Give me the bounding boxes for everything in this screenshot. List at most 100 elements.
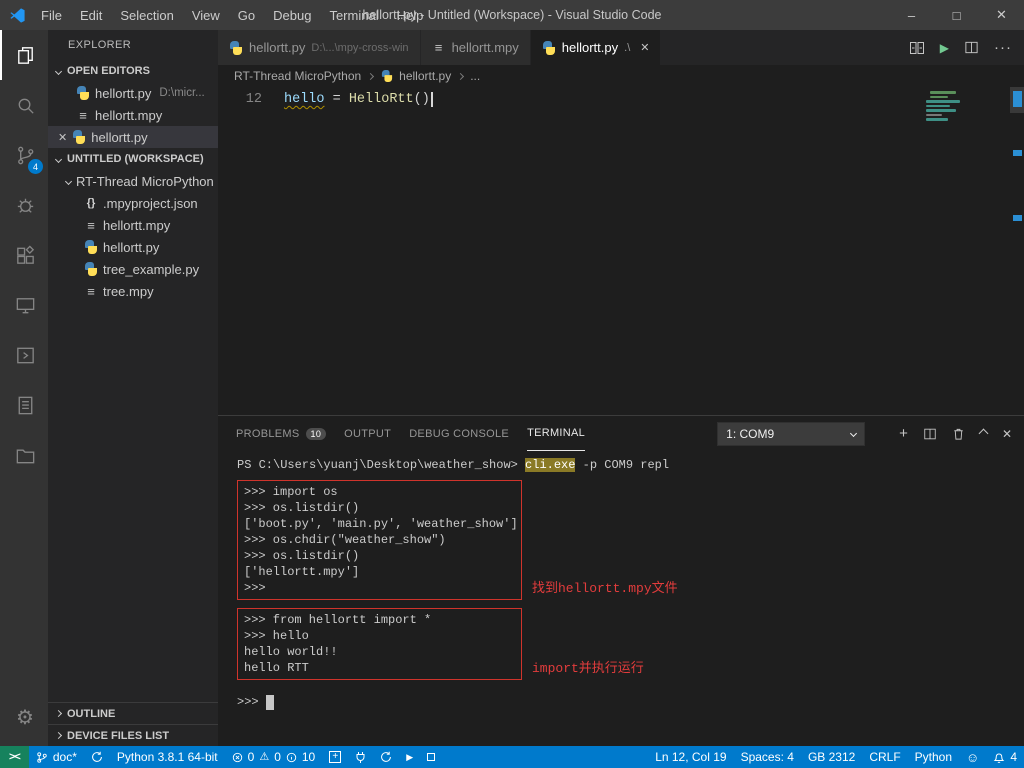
kill-terminal-icon[interactable] xyxy=(952,427,965,441)
stop-item[interactable] xyxy=(420,746,442,768)
file-tree-example-py[interactable]: tree_example.py xyxy=(48,258,218,280)
tab-hellortt-py-cross[interactable]: hellortt.py D:\...\mpy-cross-win xyxy=(218,30,421,65)
text-cursor xyxy=(431,92,433,107)
terminal-input-line[interactable]: >>> xyxy=(237,694,1024,710)
tab-terminal[interactable]: TERMINAL xyxy=(527,416,585,451)
minimize-button[interactable]: – xyxy=(889,0,934,30)
workspace-header[interactable]: UNTITLED (WORKSPACE) xyxy=(48,148,218,170)
split-terminal-icon[interactable] xyxy=(923,427,937,441)
device-document-icon[interactable] xyxy=(0,380,48,430)
problems-badge: 10 xyxy=(306,428,327,440)
indentation-item[interactable]: Spaces: 4 xyxy=(734,746,801,768)
terminal[interactable]: PS C:\Users\yuanj\Desktop\weather_show> … xyxy=(218,451,1024,746)
breadcrumb-symbol[interactable]: ... xyxy=(470,69,480,83)
mpy-file-icon: ≡ xyxy=(84,218,98,233)
language-mode-item[interactable]: Python xyxy=(908,746,959,768)
menu-view[interactable]: View xyxy=(183,8,229,23)
explorer-icon[interactable] xyxy=(0,30,48,80)
file-hellortt-mpy[interactable]: ≡ hellortt.mpy xyxy=(48,214,218,236)
menu-file[interactable]: File xyxy=(32,8,71,23)
smiley-icon: ☺ xyxy=(966,751,979,764)
breadcrumb-folder[interactable]: RT-Thread MicroPython xyxy=(234,69,361,83)
notifications-count: 4 xyxy=(1010,750,1017,764)
encoding-item[interactable]: GB 2312 xyxy=(801,746,862,768)
more-actions-icon[interactable]: ··· xyxy=(994,39,1012,56)
bell-icon xyxy=(993,751,1005,764)
tab-hellortt-py-active[interactable]: hellortt.py .\ ✕ xyxy=(531,30,662,65)
annotation-find-file: 找到hellortt.mpy文件 xyxy=(532,581,678,597)
tab-debug-console[interactable]: DEBUG CONSOLE xyxy=(409,416,509,451)
panel-actions: + ✕ xyxy=(899,426,1012,441)
annotation-import-run: import并执行运行 xyxy=(532,661,644,677)
panel-header: PROBLEMS 10 OUTPUT DEBUG CONSOLE TERMINA… xyxy=(218,416,1024,451)
sync-item[interactable] xyxy=(84,746,110,768)
source-control-icon[interactable]: 4 xyxy=(0,130,48,180)
device-folder-icon[interactable] xyxy=(0,430,48,480)
close-editor-icon[interactable]: ✕ xyxy=(58,131,67,144)
connect-device-item[interactable] xyxy=(348,746,373,768)
close-tab-icon[interactable]: ✕ xyxy=(640,41,649,54)
remote-explorer-icon[interactable] xyxy=(0,280,48,330)
eol-item[interactable]: CRLF xyxy=(862,746,907,768)
device-run-icon[interactable] xyxy=(0,330,48,380)
python-interpreter-item[interactable]: Python 3.8.1 64-bit xyxy=(110,746,225,768)
tab-problems[interactable]: PROBLEMS 10 xyxy=(236,416,326,451)
python-file-icon xyxy=(381,70,393,82)
feedback-item[interactable]: ☺ xyxy=(959,746,986,768)
device-files-section-header[interactable]: DEVICE FILES LIST xyxy=(48,724,218,746)
terminal-prompt-line: PS C:\Users\yuanj\Desktop\weather_show> … xyxy=(237,457,1024,473)
file-tree-mpy[interactable]: ≡ tree.mpy xyxy=(48,280,218,302)
settings-gear-icon[interactable]: ⚙ xyxy=(0,692,48,742)
chevron-down-icon xyxy=(55,67,62,74)
close-window-button[interactable]: ✕ xyxy=(979,0,1024,30)
menu-go[interactable]: Go xyxy=(229,8,264,23)
python-file-icon xyxy=(229,41,243,55)
maximize-panel-icon[interactable] xyxy=(978,429,988,439)
open-editor-item[interactable]: hellortt.py D:\micr... xyxy=(48,82,218,104)
open-editor-item[interactable]: ≡ hellortt.mpy xyxy=(48,104,218,126)
mpy-file-icon: ≡ xyxy=(76,108,90,123)
problems-summary-item[interactable]: 0 ⚠ 0 10 xyxy=(225,746,323,768)
debug-icon[interactable] xyxy=(0,180,48,230)
tab-hellortt-mpy[interactable]: ≡ hellortt.mpy xyxy=(421,30,531,65)
boxed-plus-icon: + xyxy=(329,751,341,763)
new-terminal-icon[interactable]: + xyxy=(899,426,908,441)
open-editor-item-active[interactable]: ✕ hellortt.py xyxy=(48,126,218,148)
sidebar-title: EXPLORER xyxy=(48,30,218,60)
highlighted-command: cli.exe xyxy=(525,458,575,472)
minimap[interactable] xyxy=(924,89,1008,209)
git-branch-item[interactable]: doc* xyxy=(29,746,84,768)
compare-changes-icon[interactable] xyxy=(909,40,925,56)
breadcrumb-file[interactable]: hellortt.py xyxy=(380,69,451,83)
file-hellortt-py[interactable]: hellortt.py xyxy=(48,236,218,258)
file-mpyproject-json[interactable]: {} .mpyproject.json xyxy=(48,192,218,214)
chevron-down-icon xyxy=(55,155,62,162)
outline-section-header[interactable]: OUTLINE xyxy=(48,702,218,724)
build-add-item[interactable]: + xyxy=(322,746,348,768)
terminal-selector[interactable]: 1: COM9 xyxy=(717,422,865,446)
branch-icon xyxy=(36,751,48,764)
run-item[interactable]: ▶ xyxy=(399,746,420,768)
stop-icon xyxy=(427,753,435,761)
extensions-icon[interactable] xyxy=(0,230,48,280)
folder-rt-thread-micropython[interactable]: RT-Thread MicroPython xyxy=(48,170,218,192)
menu-selection[interactable]: Selection xyxy=(111,8,182,23)
search-icon[interactable] xyxy=(0,80,48,130)
split-editor-icon[interactable] xyxy=(964,40,979,55)
download-sync-item[interactable] xyxy=(373,746,399,768)
run-file-icon[interactable]: ▶ xyxy=(940,41,949,55)
menu-debug[interactable]: Debug xyxy=(264,8,320,23)
close-panel-icon[interactable]: ✕ xyxy=(1002,427,1012,441)
status-bar: >< doc* Python 3.8.1 64-bit 0 ⚠ 0 10 + xyxy=(0,746,1024,768)
cursor-position-item[interactable]: Ln 12, Col 19 xyxy=(648,746,733,768)
menu-edit[interactable]: Edit xyxy=(71,8,111,23)
code-editor[interactable]: 12 hello = HelloRtt() xyxy=(218,87,1024,415)
maximize-button[interactable]: □ xyxy=(934,0,979,30)
remote-indicator[interactable]: >< xyxy=(0,746,29,768)
notifications-item[interactable]: 4 xyxy=(986,746,1024,768)
chevron-down-icon xyxy=(850,430,857,437)
open-editors-header[interactable]: OPEN EDITORS xyxy=(48,60,218,82)
tab-output[interactable]: OUTPUT xyxy=(344,416,391,451)
overview-ruler[interactable] xyxy=(1010,87,1024,415)
titlebar: File Edit Selection View Go Debug Termin… xyxy=(0,0,1024,30)
